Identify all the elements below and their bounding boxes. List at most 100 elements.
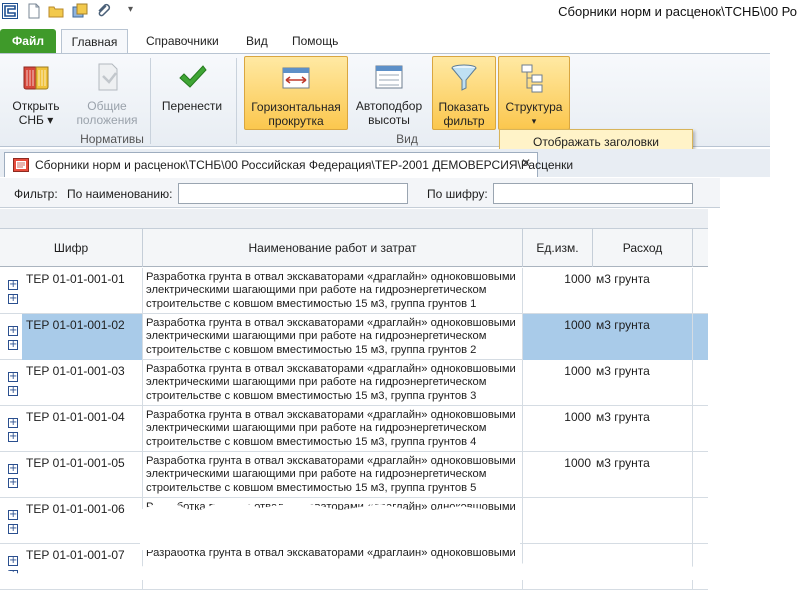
expand-plus-icon[interactable]: +	[8, 464, 18, 474]
cell-unit: м3 грунта	[593, 360, 693, 406]
cell-spacer	[693, 314, 708, 360]
new-file-icon[interactable]	[26, 3, 42, 19]
expand-plus-icon[interactable]: +	[8, 294, 18, 304]
transfer-button[interactable]: Перенести	[158, 56, 226, 130]
ribbon-tab-bar: Файл Главная Справочники Вид Помощь	[0, 29, 770, 54]
horizontal-scroll-label-2: прокрутка	[268, 114, 324, 128]
tab-help[interactable]: Помощь	[282, 29, 348, 53]
cell-code: ТЕР 01-01-001-01	[22, 268, 143, 314]
row-expander: ++	[0, 314, 22, 360]
grid-group-band	[0, 209, 708, 229]
cell-unit: м3 грунта	[593, 406, 693, 452]
cell-code: ТЕР 01-01-001-02	[22, 314, 143, 360]
tab-references[interactable]: Справочники	[136, 29, 229, 53]
general-provisions-button[interactable]: Общие положения	[72, 56, 142, 130]
cell-spacer	[693, 268, 708, 314]
app-logo-icon[interactable]	[2, 3, 18, 19]
title-bar: ▾ Сборники норм и расценок\ТСНБ\00 Ро	[0, 0, 801, 24]
row-expander: ++	[0, 268, 22, 314]
filter-by-code-label: По шифру:	[427, 187, 488, 201]
cell-code: ТЕР 01-01-001-06	[22, 498, 143, 544]
quick-access-menu-icon[interactable]: ▾	[128, 4, 144, 20]
auto-height-icon	[375, 65, 403, 89]
cell-code: ТЕР 01-01-001-05	[22, 452, 143, 498]
tab-file[interactable]: Файл	[0, 29, 56, 53]
row-expander: ++	[0, 360, 22, 406]
document-icon	[98, 63, 118, 91]
expand-plus-icon[interactable]: +	[8, 478, 18, 488]
auto-height-label-2: высоты	[368, 113, 410, 127]
structure-button[interactable]: Структура ▾	[498, 56, 570, 130]
auto-height-label: Автоподбор	[355, 99, 423, 113]
auto-height-button[interactable]: Автоподбор высоты	[352, 56, 426, 130]
transfer-label: Перенести	[161, 99, 223, 113]
structure-label: Структура	[505, 100, 563, 114]
ribbon-separator	[150, 58, 151, 144]
table-row[interactable]: + + ТЕР 01-01-001-01 Разработка грунта в от…	[0, 268, 708, 314]
expand-plus-icon[interactable]: +	[8, 510, 18, 520]
tab-view[interactable]: Вид	[236, 29, 278, 53]
structure-dropdown-icon: ▾	[531, 116, 537, 126]
window-title: Сборники норм и расценок\ТСНБ\00 Ро	[558, 4, 797, 19]
filter-by-code-input[interactable]	[493, 183, 693, 204]
table-row[interactable]: + + ТЕР 01-01-001-03 Разработка грунта в от…	[0, 360, 708, 406]
cell-unit-qty: 1000	[523, 314, 593, 360]
cell-name: Разработка грунта в отвал экскаваторами …	[143, 314, 523, 360]
row-expander: ++	[0, 406, 22, 452]
save-icon[interactable]	[72, 3, 88, 19]
torn-edge-tear	[140, 490, 520, 550]
cell-unit: м3 грунта	[593, 268, 693, 314]
horizontal-scroll-icon	[282, 67, 310, 89]
filter-label: Фильтр:	[14, 187, 58, 201]
table-row[interactable]: + + ТЕР 01-01-001-02 Разработка грунта в от…	[0, 314, 708, 360]
general-provisions-label-2: положения	[76, 113, 138, 127]
document-book-icon	[13, 158, 29, 172]
cell-unit: м3 грунта	[593, 314, 693, 360]
expand-plus-icon[interactable]: +	[8, 386, 18, 396]
open-snb-label-2: СНБ ▾	[18, 113, 54, 127]
expand-plus-icon[interactable]: +	[8, 372, 18, 382]
horizontal-scroll-label: Горизонтальная	[251, 100, 341, 114]
cell-spacer	[693, 498, 708, 544]
cell-spacer	[693, 360, 708, 406]
expand-plus-icon[interactable]: +	[8, 326, 18, 336]
document-tab-title: Сборники норм и расценок\ТСНБ\00 Российс…	[35, 158, 574, 172]
open-snb-button[interactable]: Открыть СНБ ▾	[6, 56, 66, 130]
cell-unit	[593, 498, 693, 544]
filter-by-name-label: По наименованию:	[67, 187, 173, 201]
cell-unit-qty: 1000	[564, 456, 591, 470]
cell-code: ТЕР 01-01-001-04	[22, 406, 143, 452]
cell-unit: м3 грунта	[593, 452, 693, 498]
filter-bar: Фильтр: По наименованию: По шифру:	[0, 178, 720, 208]
horizontal-scroll-button[interactable]: Горизонтальная прокрутка	[244, 56, 348, 130]
filter-funnel-icon	[451, 64, 477, 91]
expand-plus-icon[interactable]: +	[8, 340, 18, 350]
general-provisions-label: Общие	[87, 99, 127, 113]
expand-plus-icon[interactable]: +	[8, 432, 18, 442]
torn-edge-right	[708, 209, 801, 580]
column-header-consumption[interactable]: Расход	[593, 229, 693, 267]
tab-home[interactable]: Главная	[61, 29, 128, 54]
expand-plus-icon[interactable]: +	[8, 280, 18, 290]
group-label-normatives: Нормативы	[80, 132, 144, 146]
show-filter-label: Показать	[438, 100, 490, 114]
cell-spacer	[693, 406, 708, 452]
expand-plus-icon[interactable]: +	[8, 524, 18, 534]
row-expander: ++	[0, 452, 22, 498]
close-icon[interactable]: ✕	[521, 156, 531, 170]
open-folder-icon[interactable]	[48, 3, 64, 19]
expand-plus-icon[interactable]: +	[8, 418, 18, 428]
filter-by-name-input[interactable]	[178, 183, 408, 204]
column-header-unit[interactable]: Ед.изм.	[523, 229, 593, 267]
document-tab[interactable]: Сборники норм и расценок\ТСНБ\00 Российс…	[4, 152, 573, 177]
attach-icon[interactable]	[96, 3, 112, 19]
cell-code: ТЕР 01-01-001-03	[22, 360, 143, 406]
cell-spacer	[693, 452, 708, 498]
checkmark-icon	[179, 65, 207, 88]
cell-name: Разработка грунта в отвал экскаваторами …	[143, 360, 523, 406]
column-header-name[interactable]: Наименование работ и затрат	[143, 229, 523, 267]
table-row[interactable]: + + ТЕР 01-01-001-04 Разработка грунта в от…	[0, 406, 708, 452]
row-expander: ++	[0, 498, 22, 544]
column-header-code[interactable]: Шифр	[0, 229, 143, 267]
show-filter-button[interactable]: Показать фильтр	[432, 56, 496, 130]
